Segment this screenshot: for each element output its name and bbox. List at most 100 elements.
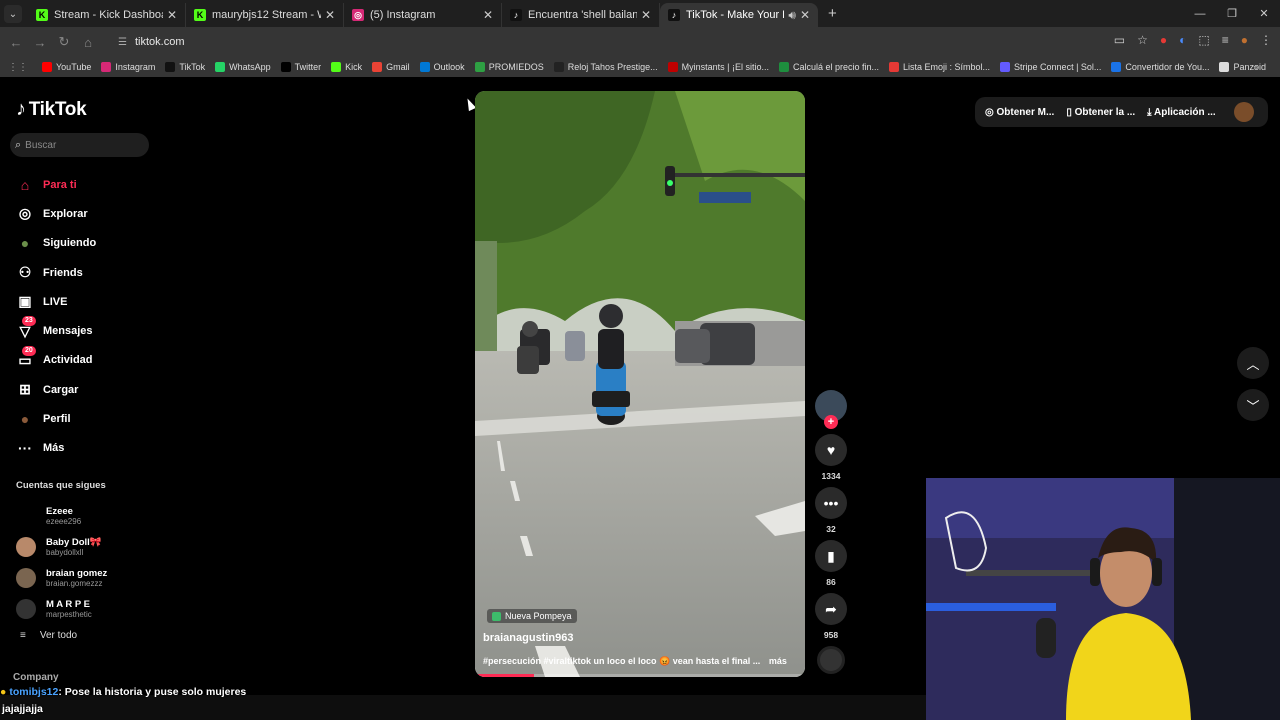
following-account[interactable]: braian gomez braian.gomezzz	[16, 562, 107, 593]
desktop-app-button[interactable]: ⤓ Aplicación ...	[1147, 107, 1216, 118]
bookmark-star-icon[interactable]: ☆	[1137, 33, 1148, 47]
tiktok-icon: ♪	[510, 9, 522, 21]
browser-tab[interactable]: K Stream - Kick Dashboard ✕	[28, 3, 186, 27]
forward-button[interactable]: →	[28, 35, 52, 50]
new-tab-button[interactable]: +	[828, 5, 837, 22]
extensions-puzzle-icon[interactable]: ⬚	[1198, 33, 1209, 47]
close-window-button[interactable]: ✕	[1248, 0, 1280, 27]
apps-grid-icon[interactable]: ⋮⋮	[8, 62, 28, 73]
like-action: ♥ 1334	[815, 434, 847, 481]
search-input[interactable]: ⌕ Buscar	[10, 133, 149, 157]
mute-icon[interactable]: 🔊︎	[788, 8, 796, 23]
following-account[interactable]: Baby Doll🎀 babydollxll	[16, 531, 107, 562]
creator-avatar[interactable]: +	[815, 390, 847, 429]
back-button[interactable]: ←	[4, 35, 28, 50]
nav-item[interactable]: ▣ LIVE	[16, 287, 96, 316]
close-tab-icon[interactable]: ✕	[483, 8, 493, 22]
bookmark-item[interactable]: Panzoid	[1219, 62, 1266, 72]
get-app-button[interactable]: ▯ Obtener la ...	[1066, 107, 1135, 118]
nav-label: Actividad	[43, 354, 93, 367]
close-tab-icon[interactable]: ✕	[641, 8, 651, 22]
cast-icon[interactable]: ▭	[1114, 33, 1125, 47]
user-avatar[interactable]	[1233, 102, 1254, 122]
nav-item[interactable]: ● Perfil	[16, 404, 96, 433]
bookmark-item[interactable]: Calculá el precio fin...	[778, 62, 879, 72]
browser-menu-icon[interactable]: ⋮	[1260, 33, 1272, 47]
following-account[interactable]: Ezeee ezeee296	[16, 500, 107, 531]
bookmark-item[interactable]: Myinstants | ¡El sitio...	[667, 62, 769, 72]
reading-list-icon[interactable]: ≡	[1222, 33, 1229, 47]
location-tag[interactable]: Nueva Pompeya	[487, 609, 577, 623]
toolbar-extensions: ▭ ☆ ● ◐ ⬚ ≡ ● ⋮	[1114, 33, 1272, 47]
account-avatar	[16, 567, 36, 588]
browser-tab[interactable]: ◎ (5) Instagram ✕	[344, 3, 502, 27]
next-video-button[interactable]: ﹀	[1237, 389, 1269, 421]
bookmark-item[interactable]: WhatsApp	[215, 62, 271, 72]
bookmark-item[interactable]: Kick	[331, 62, 362, 72]
video-username[interactable]: braianagustin963	[483, 632, 573, 644]
previous-video-button[interactable]: ︿	[1237, 347, 1269, 379]
account-avatar	[16, 536, 36, 557]
nav-item[interactable]: ▭ 20 Actividad	[16, 345, 96, 375]
browser-tab[interactable]: ♪ Encuentra 'shell bailando' en TikTok ✕	[502, 3, 660, 27]
more-link[interactable]: más	[769, 656, 787, 666]
heart-icon[interactable]: ♥	[815, 434, 847, 466]
close-tab-icon[interactable]: ✕	[325, 8, 335, 22]
nav-item[interactable]: ⌂ Para ti	[16, 170, 96, 199]
nav-item[interactable]: ⚇ Friends	[16, 258, 96, 287]
extension-icon[interactable]: ◐	[1179, 33, 1186, 47]
top-right-bar: ◎ Obtener M... ▯ Obtener la ... ⤓ Aplica…	[975, 97, 1268, 127]
browser-tab-strip: ⌄ K Stream - Kick Dashboard ✕K maurybjs1…	[0, 0, 1280, 27]
comment-icon[interactable]: •••	[815, 487, 847, 519]
extension-icon[interactable]: ●	[1160, 33, 1167, 47]
nav-item[interactable]: ◎ Explorar	[16, 199, 96, 228]
close-tab-icon[interactable]: ✕	[167, 8, 177, 22]
browser-tab[interactable]: ♪ TikTok - Make Your Day 🔊︎ ✕	[660, 3, 818, 27]
nav-item[interactable]: ··· Más	[16, 434, 96, 463]
bookmark-favicon-icon	[280, 62, 291, 72]
bookmark-item[interactable]: Reloj Tahos Prestige...	[553, 62, 658, 72]
bookmark-item[interactable]: TikTok	[165, 62, 205, 72]
minimize-button[interactable]: —	[1184, 0, 1216, 27]
maximize-button[interactable]: ❐	[1216, 0, 1248, 27]
nav-item[interactable]: ⊞ Cargar	[16, 375, 96, 404]
bookmark-item[interactable]: Twitter	[280, 62, 321, 72]
video-progress-bar[interactable]	[475, 674, 805, 677]
bookmark-item[interactable]: Outlook	[419, 62, 465, 72]
chevron-down-icon: ﹀	[1246, 398, 1260, 414]
bookmark-icon[interactable]: ▮	[815, 540, 847, 572]
nav-item[interactable]: ● Siguiendo	[16, 229, 96, 258]
address-bar[interactable]: ☰ tiktok.com	[108, 30, 1058, 54]
tiktok-icon: ♪	[668, 9, 680, 21]
nav-item[interactable]: ▽ 23 Mensajes	[16, 316, 96, 345]
profile-avatar[interactable]: ●	[1241, 33, 1248, 47]
reload-button[interactable]: ↻	[52, 34, 76, 50]
share-icon[interactable]: ➦	[815, 593, 847, 625]
see-all-link[interactable]: ≡ Ver todo	[20, 630, 77, 641]
nav-label: Perfil	[43, 413, 71, 426]
video-player[interactable]: Nueva Pompeya braianagustin963 #persecuc…	[475, 91, 805, 677]
browser-tab[interactable]: K maurybjs12 Stream - Watch Live ✕	[186, 3, 344, 27]
get-coins-button[interactable]: ◎ Obtener M...	[985, 107, 1054, 118]
bookmark-item[interactable]: Stripe Connect | Sol...	[1000, 62, 1101, 72]
bookmark-item[interactable]: YouTube	[42, 62, 91, 72]
bookmark-item[interactable]: Gmail	[372, 62, 410, 72]
following-account[interactable]: M A R P E marpesthetic	[16, 593, 107, 624]
bookmark-item[interactable]: PROMIEDOS	[474, 62, 544, 72]
nav-label: Siguiendo	[43, 237, 97, 250]
account-name: M A R P E	[46, 598, 90, 610]
bookmark-item[interactable]: Convertidor de You...	[1111, 62, 1209, 72]
company-heading[interactable]: Company	[13, 672, 59, 683]
bookmark-item[interactable]: Lista Emoji : Símbol...	[889, 62, 990, 72]
site-info-icon[interactable]: ☰	[118, 37, 127, 48]
bookmark-item[interactable]: Instagram	[101, 62, 155, 72]
music-disc-icon[interactable]	[817, 646, 845, 674]
home-button[interactable]: ⌂	[76, 35, 100, 50]
tiktok-logo[interactable]: ♪ TikTok	[16, 98, 87, 121]
more-bookmarks-icon[interactable]: »	[1253, 62, 1258, 72]
chat-username: tomibjs12	[9, 686, 59, 698]
close-tab-icon[interactable]: ✕	[800, 8, 810, 22]
tab-search-button[interactable]: ⌄	[4, 5, 22, 23]
save-count: 86	[826, 577, 836, 587]
follow-plus-button[interactable]: +	[824, 415, 838, 429]
